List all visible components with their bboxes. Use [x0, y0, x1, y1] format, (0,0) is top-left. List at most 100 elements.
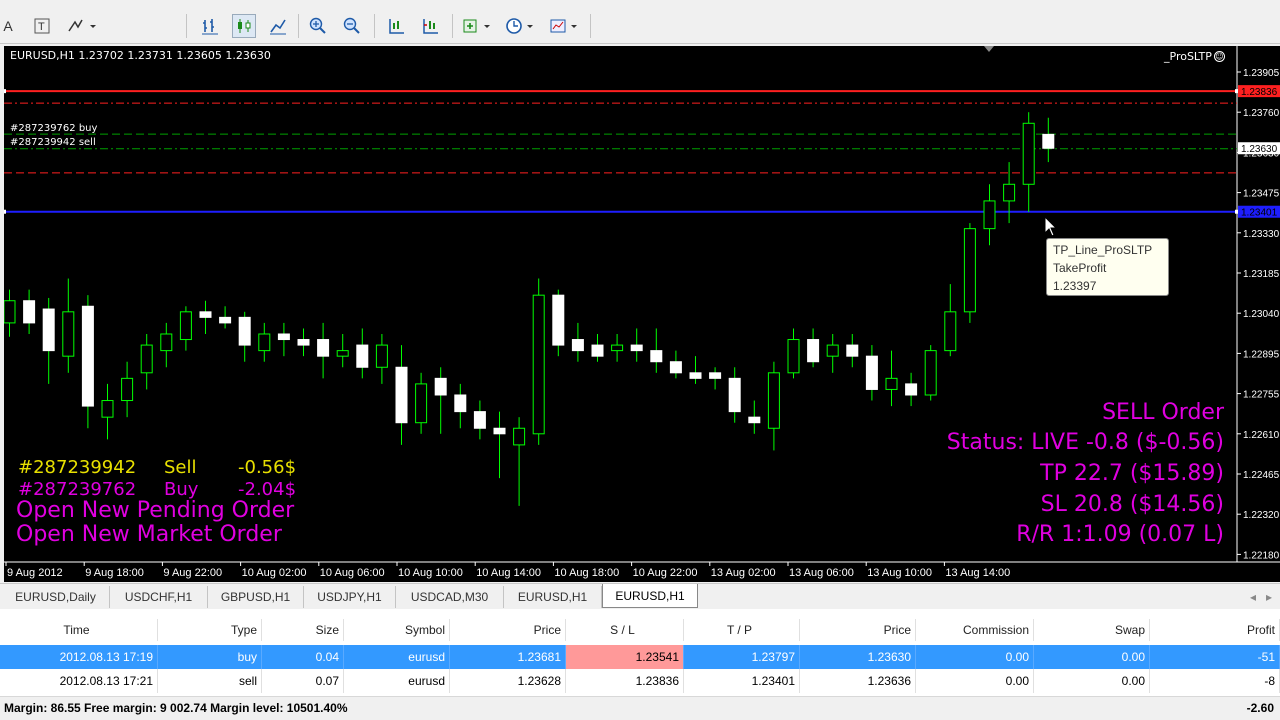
tab-usdjpy-h1[interactable]: USDJPY,H1 — [304, 586, 396, 608]
bear-candle — [434, 377, 447, 396]
arrows-icon[interactable] — [64, 14, 98, 38]
time-tick-label: 10 Aug 02:00 — [242, 567, 307, 579]
time-tick-label: 10 Aug 10:00 — [398, 567, 463, 579]
price-tick-label: 1.22465 — [1243, 470, 1280, 481]
trade-row[interactable]: 2012.08.13 17:21 sell 0.07 eurusd 1.23628 1.2… — [0, 669, 1280, 693]
tab-usdcad-m30[interactable]: USDCAD,M30 — [396, 586, 504, 608]
indicators-icon[interactable] — [460, 14, 494, 38]
bear-candle — [42, 308, 55, 352]
tab-eurusd-daily[interactable]: EURUSD,Daily — [2, 586, 110, 608]
svg-text:T: T — [38, 21, 45, 33]
smiley-icon: ☺ — [1213, 51, 1225, 62]
trade-cell: -8 — [1150, 669, 1280, 693]
ea-label: _ProSLTP ☺ — [1164, 50, 1225, 63]
column-header[interactable]: Swap — [1034, 619, 1150, 641]
bull-candle — [140, 344, 153, 374]
column-header[interactable]: Price — [800, 619, 916, 641]
candle-icon[interactable] — [232, 14, 256, 38]
trade-cell: 1.23541 — [566, 645, 684, 669]
bull-candle — [179, 311, 192, 341]
bear-candle — [905, 383, 918, 396]
zoom-out-icon[interactable] — [340, 14, 364, 38]
time-tick-label: 13 Aug 10:00 — [867, 567, 932, 579]
tab-eurusd-h1-active[interactable]: EURUSD,H1 — [602, 584, 698, 608]
current-price-tag-text: 1.23630 — [1241, 144, 1278, 155]
bull-candle — [375, 344, 388, 368]
bear-candle — [81, 305, 94, 407]
text-icon[interactable]: A — [0, 14, 16, 38]
trade-cell: 1.23636 — [800, 669, 916, 693]
tab-usdchf-h1[interactable]: USDCHF,H1 — [110, 586, 208, 608]
bear-candle — [748, 416, 761, 424]
order-status: Status: LIVE -0.8 ($-0.56) — [946, 430, 1224, 455]
bull-candle — [767, 372, 780, 429]
templates-icon[interactable] — [546, 14, 582, 38]
bull-candle — [611, 344, 624, 352]
price-tick-label: 1.22895 — [1243, 349, 1280, 360]
bear-candle — [846, 344, 859, 357]
tab-eurusd-h1[interactable]: EURUSD,H1 — [504, 586, 602, 608]
zoom-in-icon[interactable] — [306, 14, 330, 38]
column-header[interactable]: S / L — [566, 619, 684, 641]
bear-candle — [395, 366, 408, 424]
autoscroll-icon[interactable] — [418, 14, 442, 38]
bear-candle — [571, 339, 584, 352]
open-market-order-button[interactable]: Open New Market Order — [16, 522, 282, 547]
bull-candle — [258, 333, 271, 352]
order-id: #287239762 — [18, 479, 137, 500]
column-header[interactable]: Price — [450, 619, 566, 641]
trade-cell: 1.23836 — [566, 669, 684, 693]
bull-candle — [963, 228, 976, 313]
bull-candle — [415, 383, 428, 424]
column-header[interactable]: T / P — [684, 619, 800, 641]
status-bar: Margin: 86.55 Free margin: 9 002.74 Marg… — [0, 696, 1280, 720]
periods-icon[interactable] — [502, 14, 538, 38]
open-pending-order-button[interactable]: Open New Pending Order — [16, 498, 294, 523]
tab-scroll-right-icon[interactable]: ▸ — [1262, 586, 1276, 608]
line-handle — [4, 89, 6, 94]
trade-cell: 0.04 — [262, 645, 344, 669]
trade-cell: 0.00 — [916, 669, 1034, 693]
tab-scroll-left-icon[interactable]: ◂ — [1246, 586, 1260, 608]
trade-cell: eurusd — [344, 645, 450, 669]
order-sl: SL 20.8 ($14.56) — [1040, 492, 1224, 517]
trade-row[interactable]: 2012.08.13 17:19 buy 0.04 eurusd 1.23681 1.23… — [0, 645, 1280, 669]
bar-chart-icon[interactable] — [198, 14, 222, 38]
column-header[interactable]: Symbol — [344, 619, 450, 641]
price-tick-label: 1.23475 — [1243, 189, 1280, 200]
trade-cell: 0.00 — [1034, 669, 1150, 693]
chart-window[interactable]: 1.23905 1.23760 1.23630 1.23475 1.23330 1.231… — [4, 46, 1280, 582]
bull-candle — [121, 377, 134, 402]
time-tick-label: 10 Aug 22:00 — [633, 567, 698, 579]
price-tick-label: 1.23040 — [1243, 309, 1280, 320]
bear-candle — [23, 300, 36, 324]
bull-candle — [944, 311, 957, 352]
trade-cell: buy — [158, 645, 262, 669]
price-tick-label: 1.22320 — [1243, 510, 1280, 521]
ea-name: _ProSLTP — [1164, 50, 1212, 63]
column-header[interactable]: Size — [262, 619, 344, 641]
column-header[interactable]: Type — [158, 619, 262, 641]
bear-candle — [356, 344, 369, 368]
column-header[interactable]: Profit — [1150, 619, 1280, 641]
column-header[interactable]: Commission — [916, 619, 1034, 641]
trade-cell: 0.07 — [262, 669, 344, 693]
trade-cell: -51 — [1150, 645, 1280, 669]
bear-candle — [277, 333, 290, 341]
price-tick-label: 1.23760 — [1243, 108, 1280, 119]
order-pl: -0.56$ — [238, 457, 297, 478]
trade-cell: 0.00 — [916, 645, 1034, 669]
price-tick-label: 1.23905 — [1243, 68, 1280, 79]
line-chart-icon[interactable] — [266, 14, 290, 38]
text-label-icon[interactable]: T — [30, 14, 54, 38]
order-tp: TP 22.7 ($15.89) — [1040, 461, 1224, 486]
column-header[interactable]: Time — [0, 619, 158, 641]
shift-icon[interactable] — [384, 14, 408, 38]
bull-candle — [336, 350, 349, 357]
trade-cell: 1.23681 — [450, 645, 566, 669]
bull-candle — [1003, 183, 1016, 202]
order-id: #287239942 — [18, 457, 137, 478]
bull-candle — [1022, 122, 1035, 185]
trade-cell: eurusd — [344, 669, 450, 693]
tab-gbpusd-h1[interactable]: GBPUSD,H1 — [208, 586, 304, 608]
